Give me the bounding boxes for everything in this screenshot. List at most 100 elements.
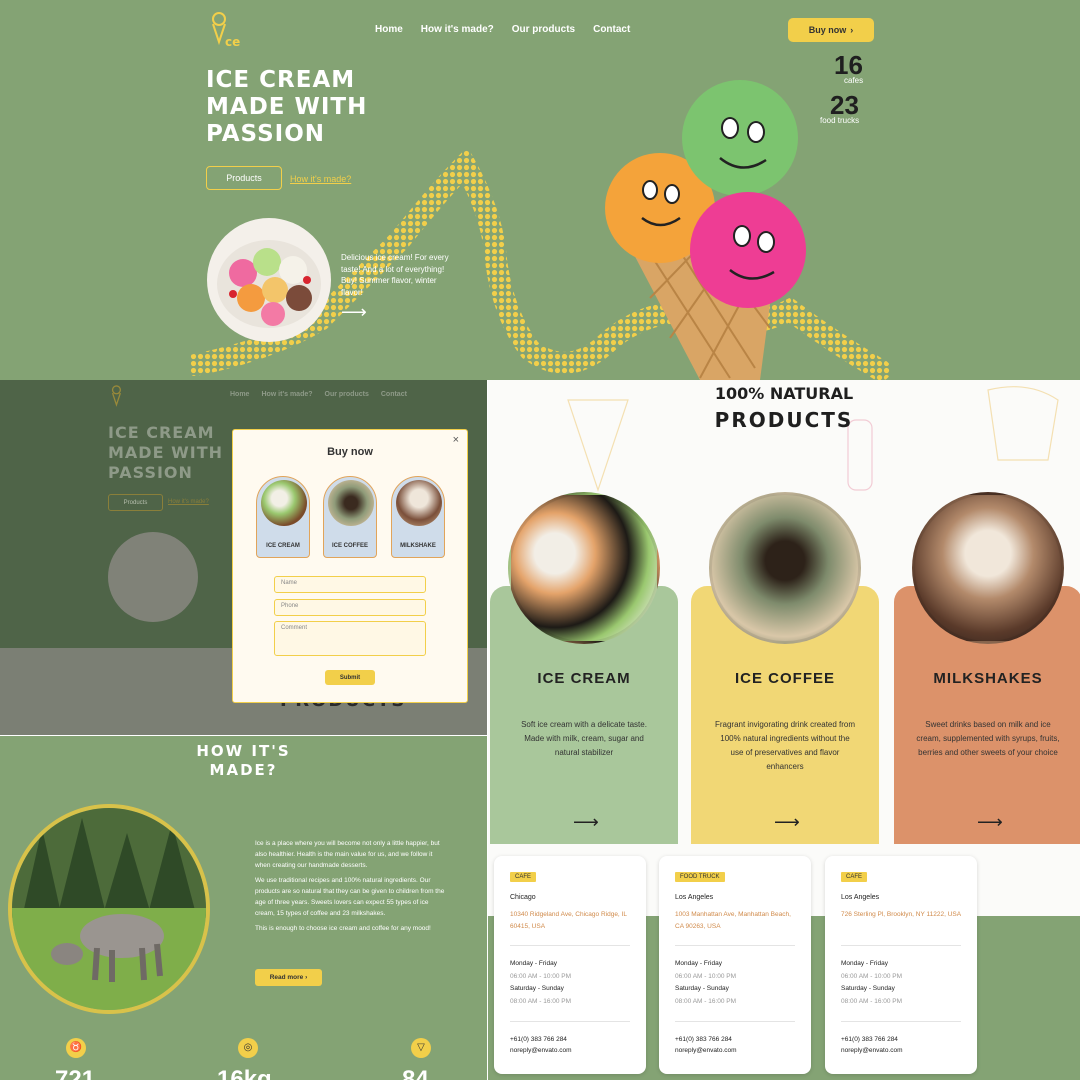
chevron-right-icon: › — [305, 974, 308, 981]
arrow-right-icon[interactable]: ⟶ — [573, 812, 599, 833]
logo-text: ce — [225, 35, 240, 49]
nav-contact: Contact — [380, 391, 407, 398]
phone[interactable]: +61(0) 383 766 284 — [841, 1036, 898, 1043]
nav-contact[interactable]: Contact — [593, 24, 630, 35]
option-ice-cream[interactable]: ICE CREAM — [256, 476, 310, 558]
location-card[interactable]: CAFE Chicago 10340 Ridgeland Ave, Chicag… — [494, 856, 646, 1074]
headline-line-2: MADE WITH — [206, 94, 368, 120]
location-card[interactable]: CAFE Los Angeles 726 Sterling Pl, Brookl… — [825, 856, 977, 1074]
email[interactable]: noreply@envato.com — [841, 1047, 903, 1054]
buy-now-button[interactable]: Buy now › — [788, 18, 874, 42]
chevron-right-icon: › — [850, 25, 854, 35]
hours-weekday: 06:00 AM - 10:00 PM — [675, 973, 737, 980]
location-address[interactable]: 726 Sterling Pl, Brooklyn, NY 11222, USA — [841, 909, 965, 921]
submit-button[interactable]: Submit — [325, 670, 375, 685]
ice-cream-cone-illustration — [605, 80, 806, 380]
hero-headline: ICE CREAM MADE WITH PASSION — [206, 67, 506, 148]
product-name: MILKSHAKES — [933, 670, 1043, 687]
product-desc: Fragrant invigorating drink created from… — [714, 720, 856, 771]
weight-icon: ◎ — [238, 1038, 258, 1058]
product-card-ice-cream[interactable]: ICE CREAM Soft ice cream with a delicate… — [490, 492, 678, 844]
dimmed-how-link: How it's made? — [168, 499, 209, 505]
option-label: MILKSHAKE — [400, 543, 436, 549]
products-title-top: 100% NATURAL — [714, 384, 854, 403]
location-address[interactable]: 10340 Ridgeland Ave, Chicago Ridge, IL 6… — [510, 909, 634, 933]
buy-now-modal: Buy now × ICE CREAM ICE COFFEE MILKSHAKE… — [232, 429, 468, 703]
phone[interactable]: +61(0) 383 766 284 — [675, 1036, 732, 1043]
comment-field[interactable]: Comment — [274, 621, 426, 656]
locations-section: CAFE Chicago 10340 Ridgeland Ave, Chicag… — [488, 844, 1080, 1080]
location-city: Chicago — [510, 894, 536, 901]
arrow-right-icon[interactable]: ⟶ — [977, 812, 1003, 833]
ice-coffee-thumb — [328, 480, 374, 526]
location-card[interactable]: FOOD TRUCK Los Angeles 1003 Manhattan Av… — [659, 856, 811, 1074]
phone-field[interactable]: Phone — [274, 599, 426, 616]
divider — [510, 1021, 630, 1022]
ice-cream-icon: ▽ — [411, 1038, 431, 1058]
nav-home[interactable]: Home — [375, 24, 403, 35]
stat-1: 721 — [55, 1066, 96, 1080]
nav-products: Our products — [324, 391, 369, 398]
name-field[interactable]: Name — [274, 576, 426, 593]
days-weekday: Monday - Friday — [841, 960, 888, 967]
nav-products[interactable]: Our products — [512, 24, 575, 35]
how-paragraph-3: This is enough to choose ice cream and c… — [255, 925, 431, 932]
close-icon[interactable]: × — [453, 434, 459, 446]
read-more-label: Read more — [269, 974, 304, 981]
divider — [675, 945, 795, 946]
location-city: Los Angeles — [841, 894, 880, 901]
option-ice-coffee[interactable]: ICE COFFEE — [323, 476, 377, 558]
product-name: ICE COFFEE — [734, 670, 835, 687]
headline-line-1: ICE CREAM — [108, 423, 215, 442]
collage: ce Home How it's made? Our products Cont… — [0, 0, 1080, 1080]
option-label: ICE COFFEE — [331, 543, 368, 549]
hours-weekend: 08:00 AM - 16:00 PM — [675, 998, 737, 1005]
ice-cream-logo-icon — [111, 385, 121, 407]
main-nav: Home How it's made? Our products Contact — [375, 24, 630, 35]
email[interactable]: noreply@envato.com — [675, 1047, 737, 1054]
ice-cream-thumb — [261, 480, 307, 526]
nav-home: Home — [230, 391, 250, 398]
headline-line-1: ICE CREAM — [206, 67, 356, 93]
ice-coffee-image — [709, 492, 861, 644]
option-milkshake[interactable]: MILKSHAKE — [391, 476, 445, 558]
product-desc: Sweet drinks based on milk and ice cream… — [916, 720, 1060, 757]
location-tag: CAFE — [841, 872, 868, 882]
buy-now-label: Buy now — [808, 25, 847, 35]
hours-weekday: 06:00 AM - 10:00 PM — [510, 973, 572, 980]
stat-2: 16kg — [217, 1066, 272, 1080]
days-weekday: Monday - Friday — [510, 960, 557, 967]
how-paragraph-2: We use traditional recipes and 100% natu… — [255, 877, 445, 917]
product-card-milkshakes[interactable]: MILKSHAKES Sweet drinks based on milk an… — [894, 492, 1080, 844]
milkshake-image — [912, 492, 1064, 644]
days-weekend: Saturday - Sunday — [510, 985, 564, 992]
phone[interactable]: +61(0) 383 766 284 — [510, 1036, 567, 1043]
email[interactable]: noreply@envato.com — [510, 1047, 572, 1054]
how-title-line-2: MADE? — [209, 761, 278, 779]
product-card-ice-coffee[interactable]: ICE COFFEE Fragrant invigorating drink c… — [691, 492, 879, 844]
read-more-button[interactable]: Read more › — [255, 969, 322, 986]
hours-weekend: 08:00 AM - 16:00 PM — [841, 998, 903, 1005]
cow-pasture-image — [8, 804, 210, 1014]
option-label: ICE CREAM — [266, 543, 300, 549]
headline-line-3: PASSION — [108, 463, 193, 482]
location-tag: CAFE — [510, 872, 537, 882]
ice-cream-image — [508, 492, 660, 644]
arrow-right-icon[interactable]: ⟶ — [774, 812, 800, 833]
modal-title: Buy now — [327, 446, 373, 458]
dimmed-products-button: Products — [108, 494, 163, 511]
hero-section: ce Home How it's made? Our products Cont… — [0, 0, 1080, 380]
divider — [841, 1021, 961, 1022]
stat-cafes-label: cafes — [844, 76, 864, 85]
divider — [510, 945, 630, 946]
headline-line-2: MADE WITH — [108, 443, 223, 462]
milkshake-thumb — [396, 480, 442, 526]
location-address[interactable]: 1003 Manhattan Ave, Manhattan Beach, CA … — [675, 909, 799, 933]
ice-cream-logo-icon[interactable]: ce — [206, 10, 246, 50]
nav-how[interactable]: How it's made? — [421, 24, 494, 35]
arrow-right-icon[interactable]: ⟶ — [341, 303, 367, 321]
divider — [675, 1021, 795, 1022]
location-tag: FOOD TRUCK — [675, 872, 725, 882]
cow-icon: ♉ — [66, 1038, 86, 1058]
how-title: HOW IT'S MADE? — [0, 742, 487, 780]
